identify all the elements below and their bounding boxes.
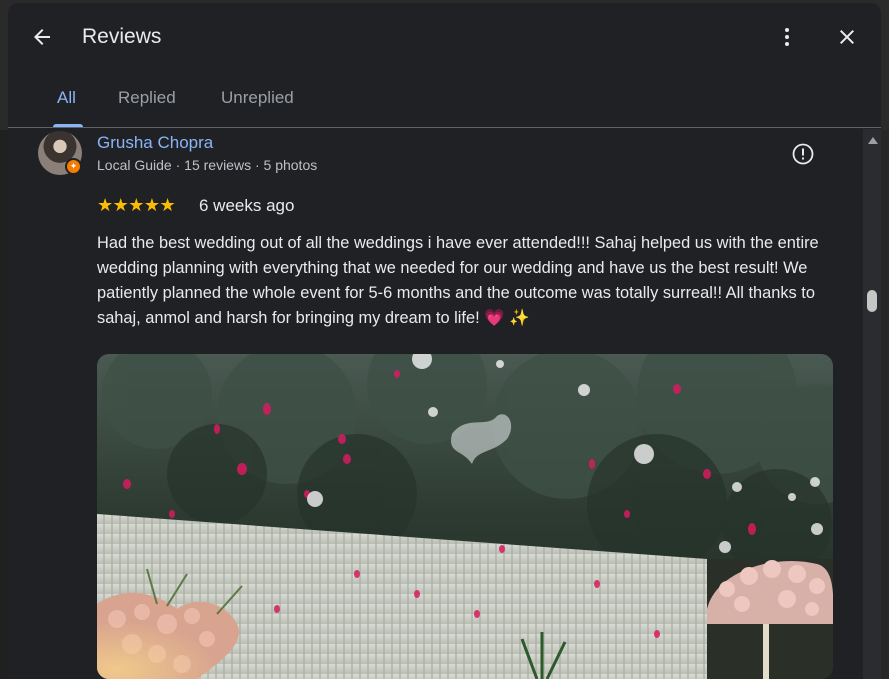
local-guide-badge-icon: ✦ xyxy=(65,158,82,175)
more-vert-icon xyxy=(785,28,789,46)
arrow-left-icon xyxy=(34,29,50,45)
review-photo[interactable] xyxy=(97,354,833,679)
dialog-title: Reviews xyxy=(82,25,162,48)
report-icon xyxy=(792,143,814,165)
sparkles-emoji: ✨ xyxy=(509,309,530,327)
tab-replied[interactable]: Replied xyxy=(118,88,176,108)
heart-emoji: 💗 xyxy=(484,309,505,327)
reviews-dialog: Reviews All Replied Unreplied ✦ Grusha C… xyxy=(8,3,881,679)
review-text-block: Had the best wedding out of all the wedd… xyxy=(97,231,842,331)
close-button[interactable] xyxy=(827,17,867,57)
reviewer-name[interactable]: Grusha Chopra xyxy=(97,133,213,153)
tab-unreplied[interactable]: Unreplied xyxy=(221,88,294,108)
back-button[interactable] xyxy=(22,17,62,57)
scroll-up-arrow-icon[interactable] xyxy=(868,137,878,144)
review-filter-tabs: All Replied Unreplied xyxy=(8,75,881,128)
star-rating: ★★★★★ xyxy=(97,195,176,215)
close-icon xyxy=(840,30,854,44)
report-review-button[interactable] xyxy=(788,139,818,169)
reviewer-meta: Local Guide · 15 reviews · 5 photos xyxy=(97,157,318,173)
tab-all[interactable]: All xyxy=(57,88,76,108)
review-text: Had the best wedding out of all the wedd… xyxy=(97,234,819,327)
dialog-header: Reviews xyxy=(8,3,881,71)
avatar[interactable]: ✦ xyxy=(38,131,82,175)
wedding-photo-image xyxy=(97,354,833,679)
scrollbar[interactable] xyxy=(863,129,881,679)
review-date: 6 weeks ago xyxy=(199,196,295,215)
scrollbar-thumb[interactable] xyxy=(867,290,877,312)
background-right-edge xyxy=(881,130,889,679)
more-options-button[interactable] xyxy=(767,17,807,57)
review-card: ✦ Grusha Chopra Local Guide · 15 reviews… xyxy=(8,129,881,679)
active-tab-indicator xyxy=(53,124,83,127)
